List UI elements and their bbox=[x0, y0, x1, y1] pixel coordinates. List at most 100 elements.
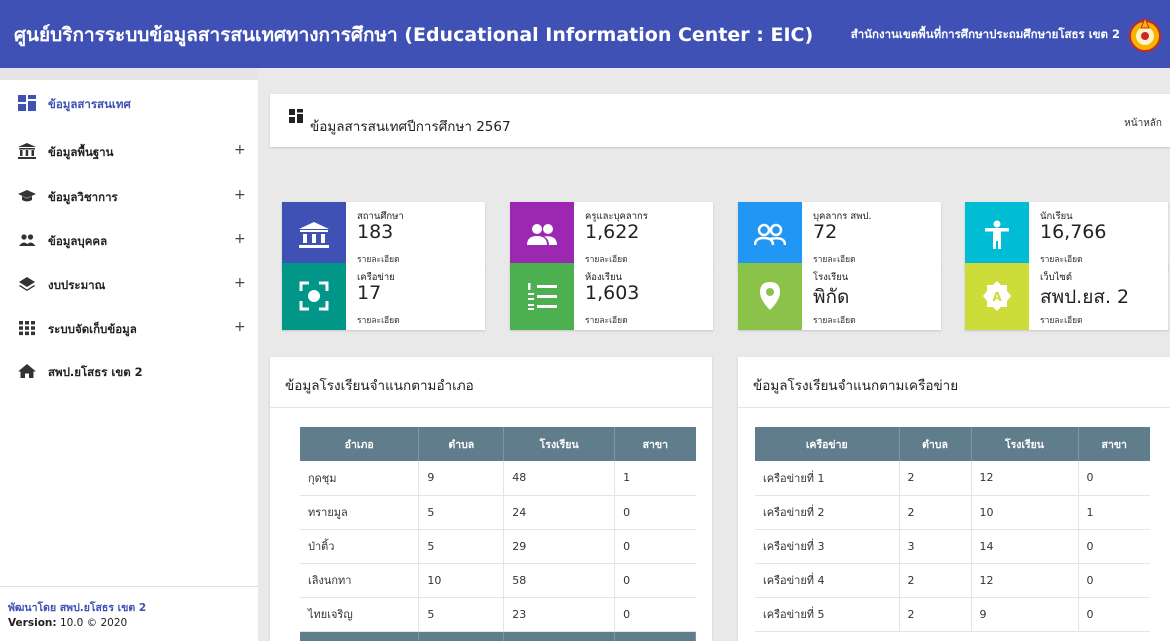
version-value: 10.0 © 2020 bbox=[59, 617, 128, 629]
column-header[interactable]: ตำบล bbox=[899, 427, 972, 461]
table-cell: 2 bbox=[899, 495, 972, 530]
info-box-school-locations[interactable]: โรงเรียน พิกัด รายละเอียด bbox=[738, 263, 941, 330]
sidebar-item-label: งบประมาณ bbox=[48, 278, 106, 292]
sidebar-item-information[interactable]: ข้อมูลสารสนเทศ bbox=[0, 83, 258, 123]
info-box-value: 16,766 bbox=[1040, 221, 1107, 243]
expand-icon[interactable]: + bbox=[234, 275, 246, 291]
column-header[interactable]: โรงเรียน bbox=[971, 427, 1079, 461]
info-box-schools[interactable]: สถานศึกษา 183 รายละเอียด bbox=[282, 202, 485, 269]
graduation-cap-icon bbox=[18, 190, 36, 202]
table-footer-cell bbox=[503, 631, 616, 641]
sidebar-item-office-home[interactable]: สพป.ยโสธร เขต 2 bbox=[0, 351, 258, 391]
table-cell: 12 bbox=[971, 461, 1079, 496]
table-cell: 0 bbox=[614, 495, 696, 530]
focus-icon bbox=[299, 281, 329, 311]
column-header[interactable]: สาขา bbox=[614, 427, 696, 461]
table-header-row: อำเภอ ตำบล โรงเรียน สาขา bbox=[300, 427, 696, 461]
table-cell: เลิงนกทา bbox=[300, 563, 420, 598]
table-cell: ไทยเจริญ bbox=[300, 597, 420, 632]
details-link[interactable]: รายละเอียด bbox=[1040, 313, 1083, 327]
column-header[interactable]: สาขา bbox=[1078, 427, 1150, 461]
table-cell: เครือข่ายที่ 3 bbox=[755, 529, 900, 564]
sidebar-item-academic[interactable]: ข้อมูลวิชาการ + bbox=[0, 176, 258, 216]
expand-icon[interactable]: + bbox=[234, 231, 246, 247]
version-label: Version: bbox=[8, 617, 57, 629]
sidebar-item-label: ข้อมูลบุคคล bbox=[48, 234, 108, 248]
table-cell: เครือข่ายที่ 5 bbox=[755, 597, 900, 632]
sidebar-item-budget[interactable]: งบประมาณ + bbox=[0, 264, 258, 304]
table-cell: ทรายมูล bbox=[300, 495, 420, 530]
table-row: เครือข่ายที่ 2 2 10 1 bbox=[755, 495, 1150, 530]
table-cell: 9 bbox=[971, 597, 1079, 632]
details-link[interactable]: รายละเอียด bbox=[357, 313, 400, 327]
table-row: ไทยเจริญ 5 23 0 bbox=[300, 597, 696, 632]
site-title[interactable]: ศูนย์บริการระบบข้อมูลสารสนเทศทางการศึกษา… bbox=[14, 20, 813, 50]
info-box-value: 17 bbox=[357, 282, 382, 304]
info-box-icon-area bbox=[282, 202, 346, 269]
column-header[interactable]: เครือข่าย bbox=[755, 427, 900, 461]
info-box-students[interactable]: นักเรียน 16,766 รายละเอียด bbox=[965, 202, 1168, 269]
info-box-teachers[interactable]: ครูและบุคลากร 1,622 รายละเอียด bbox=[510, 202, 713, 269]
card-divider bbox=[270, 407, 712, 408]
district-table: อำเภอ ตำบล โรงเรียน สาขา กุดชุม 9 48 1 ท… bbox=[300, 427, 696, 641]
info-box-networks[interactable]: เครือข่าย 17 รายละเอียด bbox=[282, 263, 485, 330]
info-box-value: 72 bbox=[813, 221, 838, 243]
expand-icon[interactable]: + bbox=[234, 187, 246, 203]
details-link[interactable]: รายละเอียด bbox=[813, 313, 856, 327]
sidebar: ข้อมูลสารสนเทศ ข้อมูลพื้นฐาน + ข้อมูลวิช… bbox=[0, 68, 258, 641]
details-link[interactable]: รายละเอียด bbox=[585, 313, 628, 327]
info-box-value: พิกัด bbox=[813, 286, 850, 308]
info-box-icon-area bbox=[738, 263, 802, 330]
sidebar-item-data-storage[interactable]: ระบบจัดเก็บข้อมูล + bbox=[0, 308, 258, 348]
table-cell: 48 bbox=[503, 461, 616, 496]
table-cell: 14 bbox=[971, 529, 1079, 564]
table-cell: 0 bbox=[614, 529, 696, 564]
top-header: ศูนย์บริการระบบข้อมูลสารสนเทศทางการศึกษา… bbox=[0, 0, 1170, 68]
info-box-website[interactable]: A เว็บไซต์ สพป.ยส. 2 รายละเอียด bbox=[965, 263, 1168, 330]
expand-icon[interactable]: + bbox=[234, 142, 246, 158]
info-box-icon-area bbox=[965, 202, 1029, 269]
table-row: เครือข่ายที่ 3 3 14 0 bbox=[755, 529, 1150, 564]
info-box-office-staff[interactable]: บุคลากร สพป. 72 รายละเอียด bbox=[738, 202, 941, 269]
info-box-icon-area: A bbox=[965, 263, 1029, 330]
table-row: ป่าติ้ว 5 29 0 bbox=[300, 529, 696, 564]
grid-icon bbox=[19, 321, 35, 336]
table-cell: 5 bbox=[418, 495, 505, 530]
table-cell: 24 bbox=[503, 495, 616, 530]
card-title: ข้อมูลโรงเรียนจำแนกตามเครือข่าย bbox=[753, 378, 959, 394]
table-cell: 0 bbox=[1078, 461, 1150, 496]
bank-icon bbox=[18, 143, 36, 159]
breadcrumb-home[interactable]: หน้าหลัก bbox=[1124, 116, 1162, 131]
bank-icon bbox=[299, 222, 329, 248]
table-cell: 1 bbox=[1078, 495, 1150, 530]
sidebar-item-personnel[interactable]: ข้อมูลบุคคล + bbox=[0, 220, 258, 260]
badge-icon: A bbox=[983, 281, 1011, 311]
svg-text:A: A bbox=[992, 290, 1002, 304]
column-header[interactable]: อำเภอ bbox=[300, 427, 420, 461]
column-header[interactable]: ตำบล bbox=[418, 427, 505, 461]
sidebar-item-basic-data[interactable]: ข้อมูลพื้นฐาน + bbox=[0, 131, 258, 171]
map-pin-icon bbox=[760, 282, 780, 310]
sidebar-item-label: ระบบจัดเก็บข้อมูล bbox=[48, 322, 137, 336]
column-header[interactable]: โรงเรียน bbox=[503, 427, 616, 461]
network-table: เครือข่าย ตำบล โรงเรียน สาขา เครือข่ายที… bbox=[755, 427, 1150, 632]
info-box-icon-area bbox=[510, 263, 574, 330]
info-box-icon-area bbox=[510, 202, 574, 269]
page-title: ข้อมูลสารสนเทศปีการศึกษา 2567 bbox=[310, 119, 511, 135]
table-cell: 10 bbox=[971, 495, 1079, 530]
table-row: ทรายมูล 5 24 0 bbox=[300, 495, 696, 530]
card-divider bbox=[738, 407, 1170, 408]
table-cell: 0 bbox=[1078, 563, 1150, 598]
table-cell: 10 bbox=[418, 563, 505, 598]
version-info: Version: 10.0 © 2020 bbox=[8, 617, 127, 629]
person-icon bbox=[985, 220, 1009, 249]
table-row: กุดชุม 9 48 1 bbox=[300, 461, 696, 496]
info-box-value: 1,622 bbox=[585, 221, 640, 243]
dashboard-icon bbox=[289, 109, 303, 123]
table-row: เครือข่ายที่ 4 2 12 0 bbox=[755, 563, 1150, 598]
table-footer-cell bbox=[300, 631, 420, 641]
people-outline-icon bbox=[754, 223, 786, 246]
expand-icon[interactable]: + bbox=[234, 319, 246, 335]
info-box-classrooms[interactable]: ห้องเรียน 1,603 รายละเอียด bbox=[510, 263, 713, 330]
district-schools-card: ข้อมูลโรงเรียนจำแนกตามอำเภอ อำเภอ ตำบล โ… bbox=[270, 357, 712, 641]
